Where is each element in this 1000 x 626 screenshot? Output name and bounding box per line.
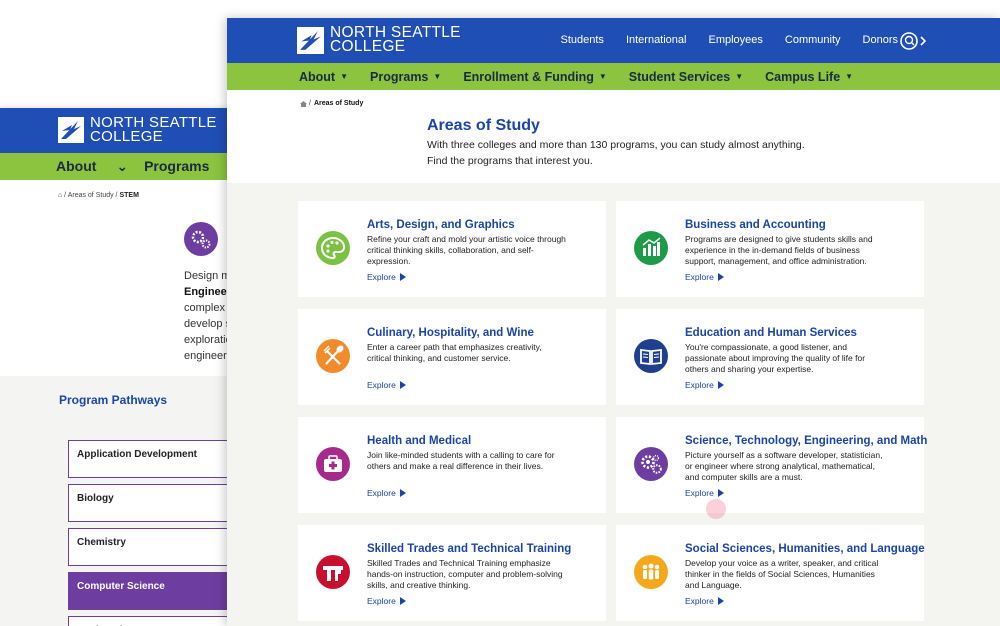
play-arrow-icon — [717, 597, 724, 605]
play-arrow-icon — [717, 273, 724, 281]
breadcrumb-current: Areas of Study — [313, 100, 364, 107]
palette-icon — [316, 231, 350, 265]
brand-line2: COLLEGE — [90, 128, 163, 145]
card-arts-design-graphics: Arts, Design, and Graphics Refine your c… — [298, 201, 606, 297]
explore-link[interactable]: Explore — [685, 488, 724, 498]
pathway-computer-science[interactable]: Computer Science — [68, 572, 240, 610]
explore-link[interactable]: Explore — [367, 380, 406, 390]
open-book-icon — [634, 339, 668, 373]
breadcrumb-areas-link[interactable]: Areas of Study — [68, 192, 114, 199]
site-header: NORTH SEATTLE COLLEGE Students Internati… — [227, 18, 1000, 63]
card-title[interactable]: Health and Medical — [367, 435, 471, 447]
card-description: Enter a career path that emphasizes crea… — [367, 342, 542, 363]
search-icon[interactable] — [899, 31, 929, 51]
cursor-highlight — [706, 499, 726, 519]
pathway-application-development[interactable]: Application Development — [68, 440, 240, 478]
card-title[interactable]: Science, Technology, Engineering, and Ma… — [685, 435, 927, 447]
card-education-human-services: Education and Human Services You're comp… — [616, 309, 924, 405]
card-health-medical: Health and Medical Join like-minded stud… — [298, 417, 606, 513]
tools-icon — [316, 555, 350, 589]
card-social-sciences: Social Sciences, Humanities, and Languag… — [616, 525, 925, 621]
fork-knife-icon — [316, 339, 350, 373]
medical-kit-icon — [316, 447, 350, 481]
page-title: Areas of Study — [427, 117, 540, 134]
topnav-employees[interactable]: Employees — [708, 34, 762, 46]
play-arrow-icon — [717, 489, 724, 497]
card-title[interactable]: Skilled Trades and Technical Training — [367, 543, 571, 555]
page-intro: / Areas of Study Areas of Study With thr… — [227, 90, 1000, 183]
gears-icon — [634, 447, 668, 481]
home-icon[interactable] — [300, 100, 307, 107]
breadcrumb-current: STEM — [119, 192, 139, 199]
explore-link[interactable]: Explore — [367, 596, 406, 606]
card-title[interactable]: Education and Human Services — [685, 327, 857, 339]
explore-link[interactable]: Explore — [685, 380, 724, 390]
explore-link[interactable]: Explore — [685, 272, 724, 282]
chevron-down-icon: ▼ — [598, 72, 607, 81]
card-title[interactable]: Culinary, Hospitality, and Wine — [367, 327, 534, 339]
breadcrumb: / Areas of Study — [300, 100, 363, 107]
pathway-engineering[interactable]: Engineering — [68, 616, 240, 626]
stem-gears-icon — [184, 222, 218, 256]
play-arrow-icon — [399, 489, 406, 497]
card-description: Develop your voice as a writer, speaker,… — [685, 558, 879, 590]
card-title[interactable]: Social Sciences, Humanities, and Languag… — [685, 543, 925, 555]
site-logo[interactable]: NORTH SEATTLE COLLEGE — [297, 25, 461, 55]
play-arrow-icon — [717, 381, 724, 389]
nav-campus-life[interactable]: Campus Life ▼ — [765, 70, 853, 84]
main-nav: About ▼ Programs ▼ Enrollment & Funding ▼ S… — [227, 63, 1000, 90]
nav-enrollment-funding[interactable]: Enrollment & Funding ▼ — [463, 70, 606, 84]
nav-programs[interactable]: Programs ▼ — [370, 70, 441, 84]
card-description: Join like-minded students with a calling… — [367, 450, 555, 471]
card-title[interactable]: Business and Accounting — [685, 219, 826, 231]
brand-line2: COLLEGE — [330, 38, 406, 55]
college-logo-mark-icon — [297, 26, 324, 54]
people-icon — [634, 555, 668, 589]
card-description: Refine your craft and mold your artistic… — [367, 234, 566, 266]
card-description: Picture yourself as a software developer… — [685, 450, 883, 482]
foreground-page-window: NORTH SEATTLE COLLEGE Students Internati… — [227, 18, 1000, 626]
back-breadcrumb: ⌂ / Areas of Study / STEM — [58, 192, 139, 199]
bar-chart-icon — [634, 231, 668, 265]
play-arrow-icon — [399, 597, 406, 605]
explore-link[interactable]: Explore — [367, 488, 406, 498]
topnav-international[interactable]: International — [626, 34, 687, 46]
page-subtitle: With three colleges and more than 130 pr… — [427, 139, 805, 167]
topnav-donors[interactable]: Donors — [863, 34, 898, 46]
card-business-accounting: Business and Accounting Programs are des… — [616, 201, 924, 297]
back-main-nav: About ⌄ Programs ⌄ En — [0, 153, 240, 180]
back-site-header: NORTH SEATTLE COLLEGE — [0, 108, 240, 153]
back-nav-programs[interactable]: Programs ⌄ — [144, 158, 240, 175]
chevron-down-icon: ▼ — [845, 72, 854, 81]
play-arrow-icon — [399, 381, 406, 389]
program-pathways-heading: Program Pathways — [59, 393, 168, 407]
topnav-students[interactable]: Students — [561, 34, 604, 46]
explore-link[interactable]: Explore — [367, 272, 406, 282]
nav-student-services[interactable]: Student Services ▼ — [629, 70, 743, 84]
chevron-down-icon: ▼ — [735, 72, 744, 81]
chevron-down-icon: ▼ — [340, 72, 349, 81]
card-culinary-hospitality-wine: Culinary, Hospitality, and Wine Enter a … — [298, 309, 606, 405]
college-logo-mark-icon — [58, 117, 84, 143]
chevron-down-icon: ▼ — [433, 72, 442, 81]
card-skilled-trades: Skilled Trades and Technical Training Sk… — [298, 525, 606, 621]
explore-link[interactable]: Explore — [685, 596, 724, 606]
card-description: You're compassionate, a good listener, a… — [685, 342, 866, 374]
back-nav-about[interactable]: About ⌄ — [56, 158, 128, 175]
topnav-community[interactable]: Community — [785, 34, 841, 46]
card-description: Programs are designed to give students s… — [685, 234, 873, 266]
card-stem: Science, Technology, Engineering, and Ma… — [616, 417, 927, 519]
card-title[interactable]: Arts, Design, and Graphics — [367, 219, 515, 231]
audience-nav: Students International Employees Communi… — [539, 34, 898, 46]
card-description: Skilled Trades and Technical Training em… — [367, 558, 563, 590]
play-arrow-icon — [399, 273, 406, 281]
pathway-chemistry[interactable]: Chemistry — [68, 528, 240, 566]
pathway-biology[interactable]: Biology — [68, 484, 240, 522]
back-logo[interactable]: NORTH SEATTLE COLLEGE — [58, 115, 217, 145]
nav-about[interactable]: About ▼ — [299, 70, 348, 84]
background-page-window: NORTH SEATTLE COLLEGE About ⌄ Programs ⌄… — [0, 108, 240, 626]
